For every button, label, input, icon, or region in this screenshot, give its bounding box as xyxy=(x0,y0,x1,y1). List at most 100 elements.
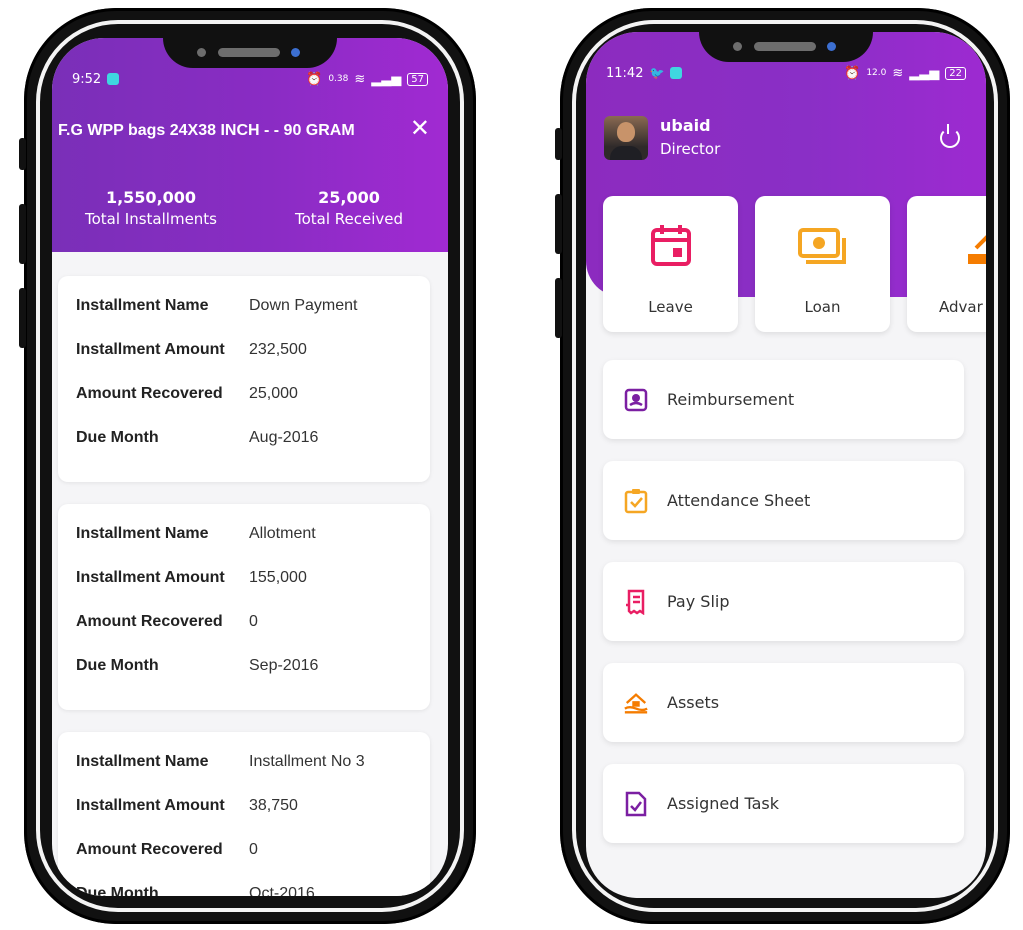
side-button xyxy=(19,204,26,264)
field-label: Installment Amount xyxy=(76,569,225,586)
side-button xyxy=(555,278,562,338)
avatar[interactable] xyxy=(604,116,648,160)
cash-icon xyxy=(797,228,846,264)
stat-total-received: 25,000 Total Received xyxy=(250,188,448,228)
menu-item-pay-slip[interactable]: Pay Slip xyxy=(603,562,964,641)
menu-label: Reimbursement xyxy=(667,390,795,409)
app-notification-icon xyxy=(670,67,683,79)
user-role: Director xyxy=(660,140,721,158)
power-icon[interactable] xyxy=(940,124,960,148)
tile-label: Advar xyxy=(939,298,983,316)
wifi-icon: ≋ xyxy=(892,65,904,81)
field-label: Amount Recovered xyxy=(76,613,223,630)
notch xyxy=(163,38,337,68)
side-button xyxy=(19,288,26,348)
tile-loan[interactable]: Loan xyxy=(755,196,890,332)
amount-recovered: 0 xyxy=(249,613,258,630)
right-phone: 11:42 🐦 ⏰ 12.0 ≋ ▂▃▅ 22 ubaid Director L… xyxy=(555,8,1010,924)
twitter-icon: 🐦 xyxy=(649,66,665,80)
field-label: Due Month xyxy=(76,657,159,674)
camera-icon xyxy=(291,48,300,57)
wifi-icon: ≋ xyxy=(354,71,366,87)
task-icon xyxy=(623,791,649,817)
installment-amount: 232,500 xyxy=(249,341,307,358)
stat-value: 25,000 xyxy=(318,188,380,207)
menu-item-assigned-task[interactable]: Assigned Task xyxy=(603,764,964,843)
signal-icon: ▂▃▅ xyxy=(371,71,402,87)
alarm-icon: ⏰ xyxy=(844,65,861,81)
due-month: Aug-2016 xyxy=(249,429,319,446)
status-time: 11:42 xyxy=(606,65,644,81)
net-speed: 0.38 xyxy=(328,74,349,84)
side-button xyxy=(555,128,562,160)
installment-card[interactable]: Installment Name Down Payment Installment… xyxy=(58,276,430,482)
installment-name: Down Payment xyxy=(249,297,358,314)
tile-advance[interactable]: Advar xyxy=(907,196,986,332)
battery-icon: 22 xyxy=(945,66,966,80)
status-time: 9:52 xyxy=(72,71,102,87)
field-label: Installment Amount xyxy=(76,341,225,358)
camera-icon xyxy=(827,42,836,51)
installment-name: Installment No 3 xyxy=(249,753,365,770)
menu-item-attendance-sheet[interactable]: Attendance Sheet xyxy=(603,461,964,540)
stat-label: Total Received xyxy=(294,210,404,228)
side-button xyxy=(555,194,562,254)
tile-label: Leave xyxy=(648,298,693,316)
side-button xyxy=(19,138,26,170)
installment-card[interactable]: Installment Name Installment No 3 Install… xyxy=(58,732,430,896)
stat-total-installments: 1,550,000 Total Installments xyxy=(52,188,250,228)
field-label: Installment Amount xyxy=(76,797,225,814)
field-label: Installment Name xyxy=(76,753,209,770)
field-label: Amount Recovered xyxy=(76,385,223,402)
stat-value: 1,550,000 xyxy=(105,188,197,207)
menu-list: Reimbursement Attendance Sheet Pay Slip … xyxy=(603,360,964,865)
installment-list: Installment Name Down Payment Installment… xyxy=(58,276,430,896)
battery-icon: 57 xyxy=(407,72,428,86)
menu-label: Assets xyxy=(667,693,720,712)
receipt-icon xyxy=(623,589,649,615)
left-phone: 9:52 ⏰ 0.38 ≋ ▂▃▅ 57 F.G WPP bags 24X38 … xyxy=(19,8,476,924)
close-icon[interactable]: ✕ xyxy=(410,116,430,140)
menu-item-reimbursement[interactable]: Reimbursement xyxy=(603,360,964,439)
reimbursement-icon xyxy=(623,387,649,413)
field-label: Due Month xyxy=(76,429,159,446)
amount-recovered: 25,000 xyxy=(249,385,298,402)
camera-icon xyxy=(733,42,742,51)
installment-card[interactable]: Installment Name Allotment Installment Am… xyxy=(58,504,430,710)
quick-actions: Leave Loan Advar xyxy=(603,196,986,332)
installments-screen: 9:52 ⏰ 0.38 ≋ ▂▃▅ 57 F.G WPP bags 24X38 … xyxy=(52,38,448,896)
speaker xyxy=(754,42,816,51)
header: 9:52 ⏰ 0.38 ≋ ▂▃▅ 57 F.G WPP bags 24X38 … xyxy=(52,38,448,252)
page-title: F.G WPP bags 24X38 INCH - - 90 GRAM xyxy=(58,122,355,139)
field-label: Due Month xyxy=(76,885,159,896)
user-name: ubaid xyxy=(660,116,711,135)
dashboard-screen: 11:42 🐦 ⏰ 12.0 ≋ ▂▃▅ 22 ubaid Director L… xyxy=(586,32,986,898)
stat-label: Total Installments xyxy=(85,210,217,228)
signal-icon: ▂▃▅ xyxy=(909,65,940,81)
menu-label: Attendance Sheet xyxy=(667,491,811,510)
installment-amount: 38,750 xyxy=(249,797,298,814)
alarm-icon: ⏰ xyxy=(306,71,323,87)
installment-amount: 155,000 xyxy=(249,569,307,586)
field-label: Installment Name xyxy=(76,525,209,542)
clipboard-check-icon xyxy=(623,488,649,514)
house-icon xyxy=(623,690,649,716)
due-month: Sep-2016 xyxy=(249,657,319,674)
speaker xyxy=(218,48,280,57)
notch xyxy=(699,32,873,62)
tile-leave[interactable]: Leave xyxy=(603,196,738,332)
field-label: Installment Name xyxy=(76,297,209,314)
summary-stats: 1,550,000 Total Installments 25,000 Tota… xyxy=(52,188,448,228)
tile-label: Loan xyxy=(804,298,841,316)
menu-item-assets[interactable]: Assets xyxy=(603,663,964,742)
menu-label: Assigned Task xyxy=(667,794,779,813)
app-notification-icon xyxy=(107,73,120,85)
net-speed: 12.0 xyxy=(866,68,887,78)
calendar-icon xyxy=(650,225,691,266)
camera-icon xyxy=(197,48,206,57)
installment-name: Allotment xyxy=(249,525,316,542)
menu-label: Pay Slip xyxy=(667,592,730,611)
advance-icon xyxy=(968,235,986,264)
field-label: Amount Recovered xyxy=(76,841,223,858)
due-month: Oct-2016 xyxy=(249,885,315,896)
